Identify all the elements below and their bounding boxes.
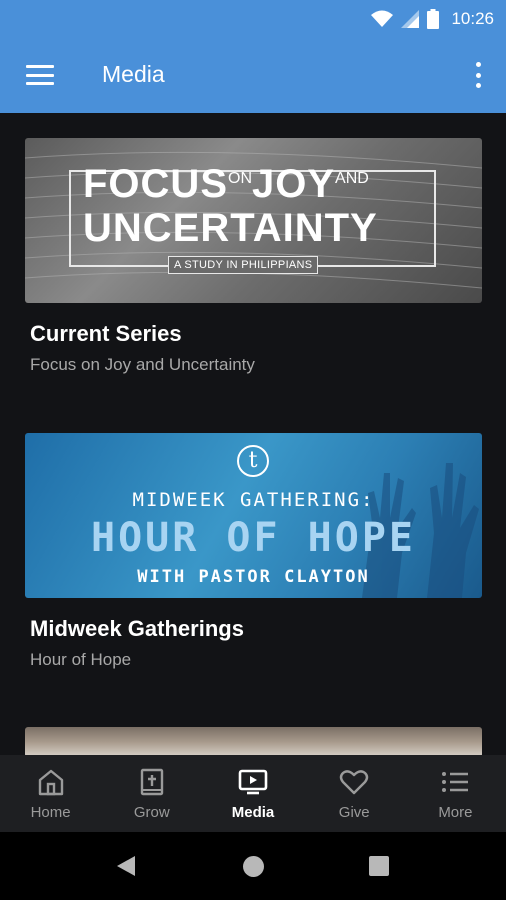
nav-item-media[interactable]: Media [202, 755, 303, 832]
banner-tag: A STUDY IN PHILIPPIANS [168, 256, 319, 274]
home-circle-icon[interactable] [243, 856, 264, 877]
card-title: Midweek Gatherings [30, 616, 244, 641]
recent-apps-icon[interactable] [369, 856, 389, 876]
card-subtitle: Focus on Joy and Uncertainty [30, 355, 255, 374]
banner-line1: MIDWEEK GATHERING: [132, 489, 375, 511]
nav-item-more[interactable]: More [405, 755, 506, 832]
home-icon [38, 769, 63, 796]
series-banner-image[interactable] [25, 727, 482, 755]
back-icon[interactable] [115, 854, 137, 878]
wifi-icon [371, 10, 394, 27]
card-title: Current Series [30, 321, 182, 346]
hamburger-menu-icon[interactable] [26, 65, 54, 85]
banner-title-line2: UNCERTAINTY [83, 206, 378, 250]
banner-line3: WITH PASTOR CLAYTON [137, 567, 370, 587]
card-subtitle: Hour of Hope [30, 650, 132, 669]
nav-label: Give [338, 804, 370, 821]
nav-item-home[interactable]: Home [0, 755, 101, 832]
media-card-midweek-gatherings[interactable]: t MIDWEEK GATHERING: HOUR OF HOPE WITH P… [25, 433, 482, 670]
media-card-current-series[interactable]: FOCUSONJOYAND UNCERTAINTY A STUDY IN PHI… [25, 138, 482, 375]
tv-play-icon [238, 769, 268, 795]
status-bar: 10:26 [0, 0, 506, 37]
page-title: Media [102, 61, 165, 87]
nav-label: Grow [133, 804, 170, 821]
church-logo-icon: t [237, 445, 269, 477]
bottom-navigation: Home Grow Media Give More [0, 755, 506, 832]
signal-icon [401, 9, 420, 28]
system-navigation-bar [0, 832, 506, 900]
nav-label: Media [231, 804, 275, 821]
media-list[interactable]: FOCUSONJOYAND UNCERTAINTY A STUDY IN PHI… [0, 113, 506, 755]
banner-line2: HOUR OF HOPE [91, 515, 416, 561]
bible-icon [140, 768, 163, 796]
status-time: 10:26 [451, 8, 494, 28]
battery-icon [427, 8, 440, 29]
list-icon [442, 772, 469, 792]
banner-title-line1: FOCUSONJOYAND [83, 162, 369, 206]
app-bar: Media [0, 37, 506, 113]
nav-label: Home [30, 804, 71, 821]
media-card-partial[interactable] [25, 727, 482, 755]
more-vert-icon[interactable] [474, 62, 482, 88]
nav-label: More [438, 804, 473, 821]
nav-item-give[interactable]: Give [304, 755, 405, 832]
series-banner-image[interactable]: t MIDWEEK GATHERING: HOUR OF HOPE WITH P… [25, 433, 482, 598]
nav-item-grow[interactable]: Grow [101, 755, 202, 832]
heart-icon [340, 770, 369, 795]
series-banner-image[interactable]: FOCUSONJOYAND UNCERTAINTY A STUDY IN PHI… [25, 138, 482, 303]
